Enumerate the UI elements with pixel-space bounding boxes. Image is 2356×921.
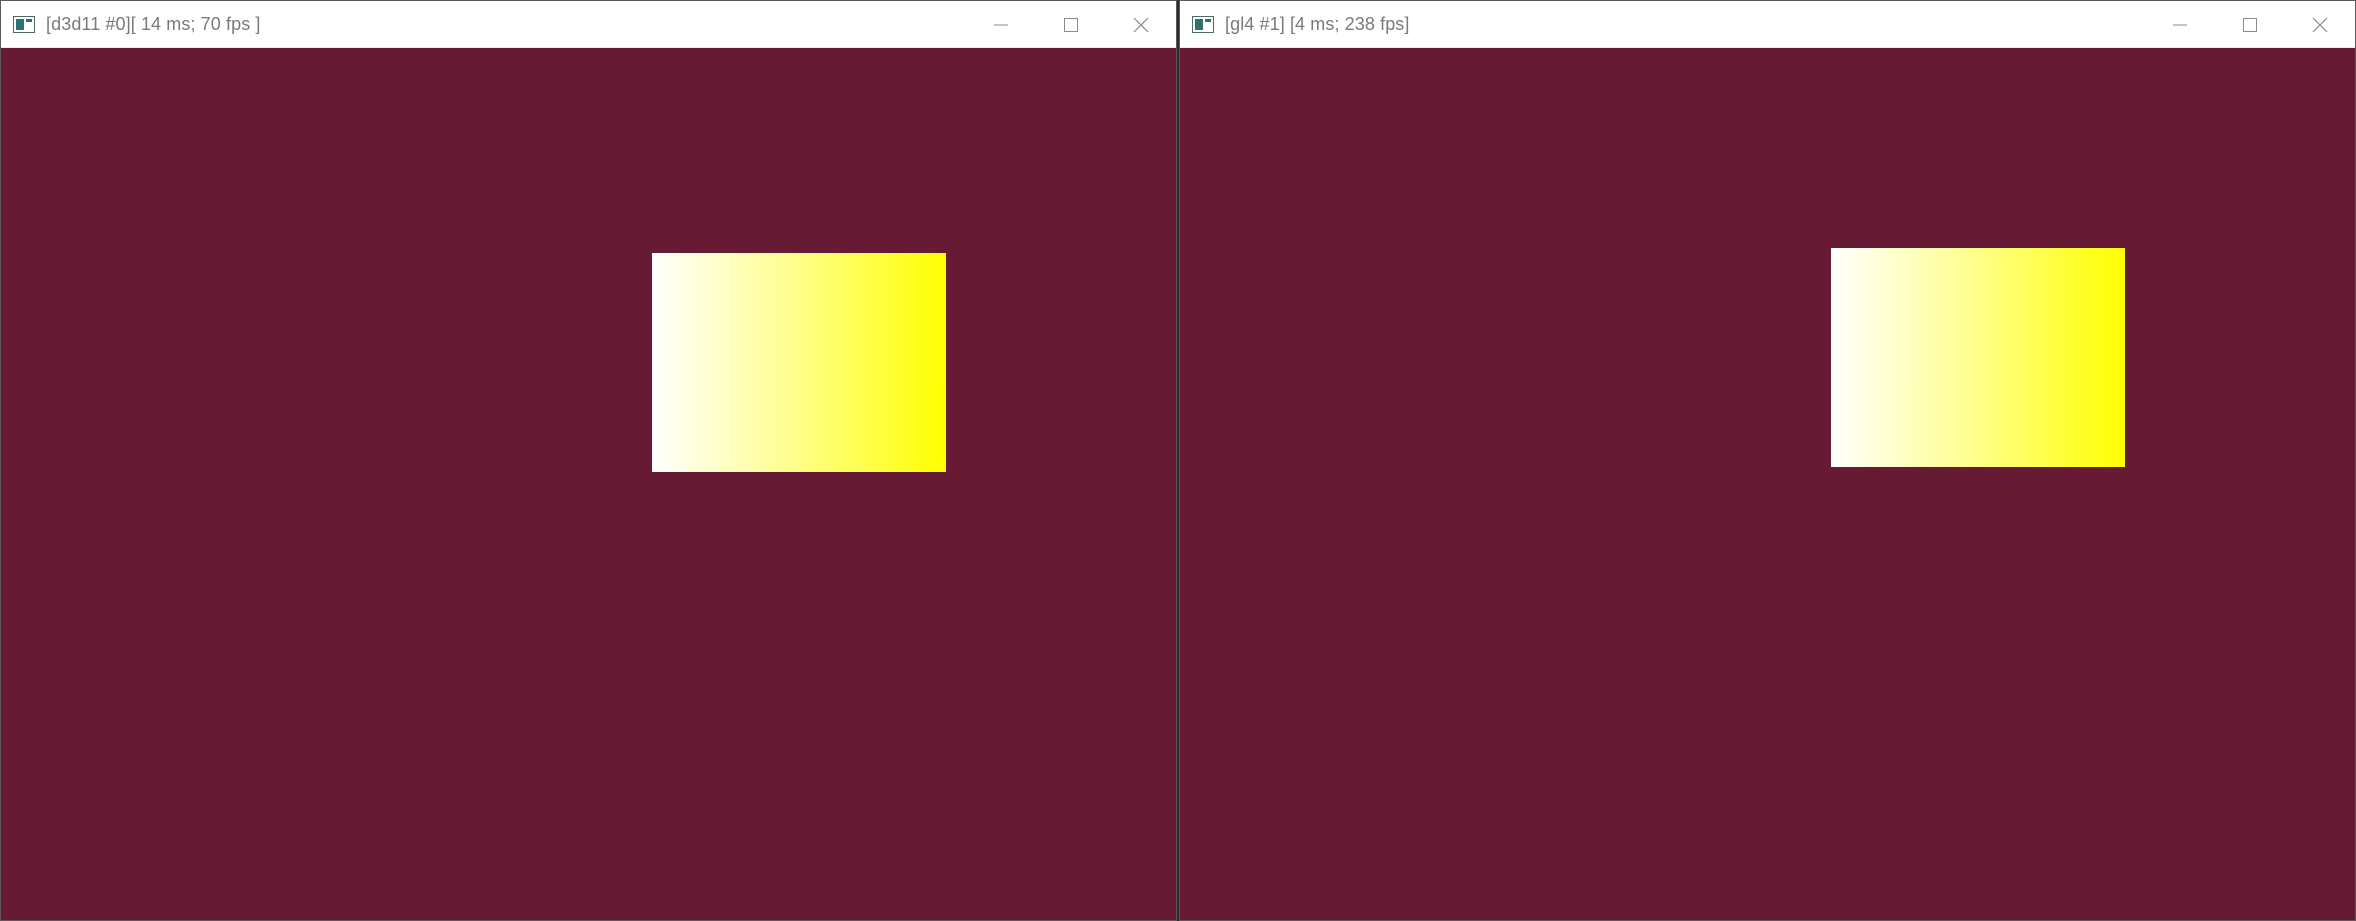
title-bar[interactable]: [d3d11 #0][ 14 ms; 70 fps ] [1, 1, 1176, 48]
render-viewport[interactable] [1180, 48, 2355, 920]
window-gl4[interactable]: [gl4 #1] [4 ms; 238 fps] [1179, 0, 2356, 921]
maximize-icon [2243, 17, 2257, 32]
minimize-button[interactable] [966, 1, 1036, 48]
close-icon [2312, 17, 2328, 32]
app-window-icon [1192, 15, 1214, 33]
title-bar[interactable]: [gl4 #1] [4 ms; 238 fps] [1180, 1, 2355, 48]
app-window-icon [13, 15, 35, 33]
minimize-icon [994, 24, 1008, 25]
minimize-icon [2173, 24, 2187, 25]
window-d3d11[interactable]: [d3d11 #0][ 14 ms; 70 fps ] [0, 0, 1177, 921]
gradient-quad [1831, 248, 2125, 467]
gradient-quad [652, 253, 946, 472]
close-button[interactable] [2285, 1, 2355, 48]
close-button[interactable] [1106, 1, 1176, 48]
render-viewport[interactable] [1, 48, 1176, 920]
maximize-button[interactable] [1036, 1, 1106, 48]
window-title: [d3d11 #0][ 14 ms; 70 fps ] [46, 13, 261, 34]
maximize-icon [1064, 17, 1078, 32]
desktop: [d3d11 #0][ 14 ms; 70 fps ] [gl4 #1] [4 … [0, 0, 2356, 921]
close-icon [1133, 17, 1149, 32]
window-controls [2145, 1, 2355, 48]
window-controls [966, 1, 1176, 48]
minimize-button[interactable] [2145, 1, 2215, 48]
window-title: [gl4 #1] [4 ms; 238 fps] [1225, 13, 1410, 34]
maximize-button[interactable] [2215, 1, 2285, 48]
